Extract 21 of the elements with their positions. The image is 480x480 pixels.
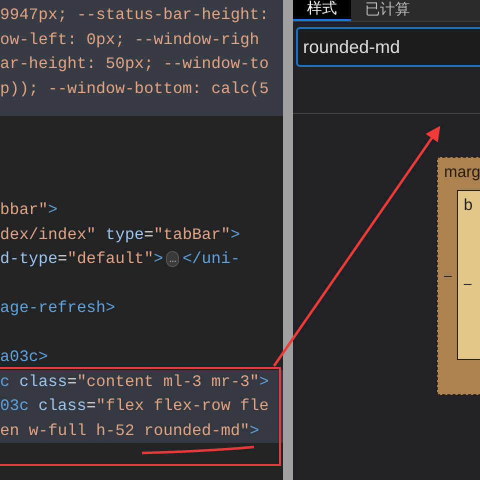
dom-tree-row[interactable]: d-type="default"> … </uni- [0, 247, 283, 272]
code-line: ar-height: 50px; --window-to [0, 54, 269, 75]
margin-label: marg [444, 164, 480, 182]
expand-button[interactable]: … [166, 250, 180, 267]
dom-tree-row[interactable]: en w-full h-52 rounded-md"> [0, 418, 283, 443]
filter-field[interactable]: rounded-md [296, 27, 480, 67]
border-label: b [464, 197, 473, 215]
margin-value: – [444, 266, 452, 284]
dom-tree-row[interactable]: dex/index" type="tabBar"> [0, 222, 283, 247]
tab[interactable]: 样式 [293, 0, 351, 21]
border-value: – [464, 274, 472, 293]
dom-tree-row[interactable]: 03c class="flex flex-row fle [0, 394, 283, 418]
code-line: 9947px; --status-bar-height: [0, 5, 269, 26]
dom-tree-row[interactable]: age-refresh> [0, 296, 283, 320]
tab[interactable]: 已计算 [351, 0, 424, 21]
code-line: p)); --window-bottom: calc(5 [0, 78, 269, 100]
dom-tree-row[interactable]: c class="content ml-3 mr-3"> [0, 370, 283, 394]
dom-tree-row[interactable]: bbar"> [0, 198, 283, 222]
dom-tree-row[interactable]: a03c> [0, 345, 283, 370]
code-line: ow-left: 0px; --window-righ [0, 30, 260, 50]
scrollbar[interactable] [283, 0, 293, 480]
